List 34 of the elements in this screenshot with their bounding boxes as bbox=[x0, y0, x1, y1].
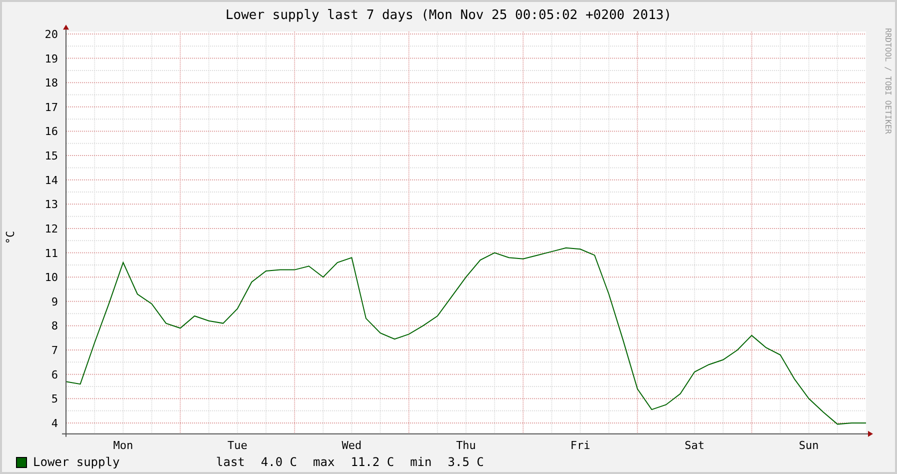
x-tick-label: Mon bbox=[113, 438, 134, 452]
y-tick-label: 13 bbox=[44, 198, 58, 212]
y-tick-label: 20 bbox=[44, 28, 58, 41]
y-tick-label: 17 bbox=[44, 100, 58, 114]
y-tick-label: 10 bbox=[44, 271, 58, 284]
legend-stat: 4.0 C bbox=[260, 455, 298, 470]
y-axis-label: °C bbox=[4, 231, 18, 245]
x-tick-label: Fri bbox=[570, 438, 590, 452]
y-tick-label: 6 bbox=[51, 368, 58, 382]
y-tick-label: 11 bbox=[44, 246, 58, 260]
y-tick-label: 12 bbox=[44, 222, 58, 236]
x-tick-label: Thu bbox=[456, 438, 476, 452]
legend-stat: max bbox=[313, 455, 335, 470]
x-tick-label: Tue bbox=[228, 438, 248, 452]
credit-text: RRDTOOL / TOBI OETIKER bbox=[882, 28, 892, 134]
legend-stat: 3.5 C bbox=[448, 455, 484, 470]
y-tick-label: 15 bbox=[44, 150, 58, 162]
y-tick-label: 5 bbox=[51, 392, 58, 406]
y-tick-label: 18 bbox=[44, 76, 58, 90]
x-tick-label: Sat bbox=[684, 438, 704, 452]
x-tick-label: Sun bbox=[798, 438, 819, 452]
y-tick-label: 7 bbox=[51, 344, 58, 357]
legend-stat: last bbox=[216, 455, 245, 470]
chart-title: Lower supply last 7 days (Mon Nov 25 00:05:02 +0200 2013) bbox=[225, 8, 672, 23]
y-tick-label: 14 bbox=[44, 174, 58, 187]
y-tick-label: 4 bbox=[51, 416, 58, 430]
y-tick-label: 9 bbox=[51, 295, 58, 308]
y-tick-label: 16 bbox=[44, 125, 58, 138]
x-tick-label: Wed bbox=[342, 438, 362, 452]
y-tick-label: 8 bbox=[51, 320, 58, 333]
y-tick-label: 19 bbox=[44, 52, 58, 66]
legend-stat: min bbox=[410, 455, 432, 470]
legend-label: Lower supply bbox=[33, 455, 121, 470]
legend-stat: 11.2 C bbox=[350, 455, 394, 470]
